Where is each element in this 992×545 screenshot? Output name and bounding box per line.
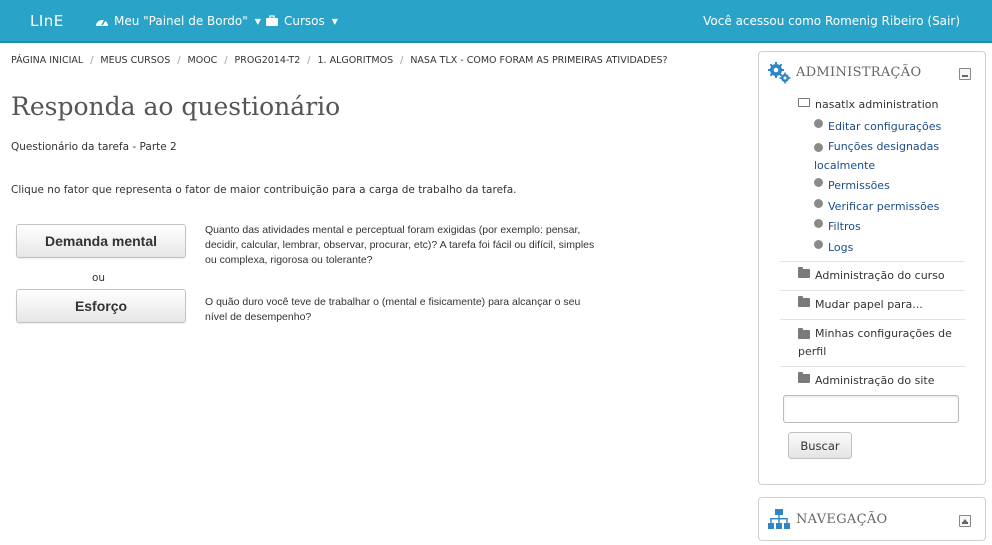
administration-block-header[interactable]: ADMINISTRAÇÃO	[759, 52, 985, 92]
courses-menu-label: Cursos	[284, 14, 325, 28]
breadcrumb-separator: /	[400, 55, 404, 66]
folder-icon	[798, 372, 810, 383]
briefcase-icon	[266, 15, 278, 26]
divider	[780, 261, 965, 262]
dashboard-icon	[96, 19, 108, 26]
tree-item-label[interactable]: Filtros	[828, 217, 861, 236]
courses-menu[interactable]: Cursos ▼	[265, 14, 338, 28]
folder-open-icon	[798, 98, 810, 107]
dashboard-menu[interactable]: Meu "Painel de Bordo" ▼	[95, 14, 261, 28]
breadcrumb-course[interactable]: PROG2014-T2	[235, 55, 301, 66]
tree-folder-label: Administração do site	[815, 374, 935, 387]
mental-demand-button[interactable]: Demanda mental	[16, 224, 186, 258]
top-navbar: LInE Meu "Painel de Bordo" ▼ Cursos ▼ Vo…	[0, 0, 992, 43]
bullet-icon	[814, 119, 823, 128]
administration-title: ADMINISTRAÇÃO	[796, 65, 922, 80]
tree-item-check-permissions[interactable]: Verificar permissões	[814, 197, 939, 216]
search-button[interactable]: Buscar	[788, 432, 852, 459]
breadcrumb-separator: /	[224, 55, 228, 66]
login-info: Você acessou como Romenig Ribeiro (Sair)	[703, 14, 960, 28]
expand-icon[interactable]	[959, 515, 971, 527]
effort-button[interactable]: Esforço	[16, 289, 186, 323]
breadcrumb: PÁGINA INICIAL / MEUS CURSOS / MOOC / PR…	[11, 55, 668, 66]
breadcrumb-separator: /	[90, 55, 94, 66]
navigation-block-header[interactable]: NAVEGAÇÃO	[759, 498, 985, 538]
bullet-icon	[814, 178, 823, 187]
bullet-icon	[814, 240, 823, 249]
tree-folder-label: nasatlx administration	[815, 98, 939, 111]
folder-icon	[798, 267, 810, 278]
tree-item-label[interactable]: Editar configurações	[828, 117, 941, 136]
tree-folder-label: Minhas configurações de perfil	[798, 325, 958, 361]
page-title: Responda ao questionário	[11, 92, 341, 121]
tree-folder-profile-settings[interactable]: Minhas configurações de perfil	[798, 325, 958, 361]
tree-item-label[interactable]: Funções designadas localmente	[814, 137, 964, 175]
breadcrumb-separator: /	[307, 55, 311, 66]
or-separator: ou	[92, 272, 106, 284]
login-close: )	[955, 14, 960, 28]
folder-icon	[798, 296, 810, 307]
tree-item-local-roles[interactable]: Funções designadas localmente	[814, 137, 964, 175]
tree-item-label[interactable]: Logs	[828, 238, 853, 257]
tree-item-logs[interactable]: Logs	[814, 238, 853, 257]
collapse-icon[interactable]	[959, 68, 971, 80]
bullet-icon	[814, 219, 823, 228]
sitemap-icon	[768, 509, 790, 529]
page-subtitle: Questionário da tarefa - Parte 2	[11, 141, 177, 153]
divider	[780, 319, 965, 320]
tree-folder-nasatlx[interactable]: nasatlx administration	[798, 96, 938, 114]
divider	[780, 366, 965, 367]
tree-item-filters[interactable]: Filtros	[814, 217, 861, 236]
admin-search-input[interactable]	[783, 395, 959, 423]
dashboard-menu-label: Meu "Painel de Bordo"	[114, 14, 248, 28]
tree-folder-label: Mudar papel para...	[815, 298, 923, 311]
instruction-text: Clique no fator que representa o fator d…	[11, 184, 517, 196]
login-text: Você acessou como Romenig Ribeiro (	[703, 14, 933, 28]
tree-item-label[interactable]: Permissões	[828, 176, 890, 195]
chevron-down-icon: ▼	[331, 16, 338, 26]
tree-folder-course-admin[interactable]: Administração do curso	[798, 267, 945, 285]
bullet-icon	[814, 199, 823, 208]
tree-folder-site-admin[interactable]: Administração do site	[798, 372, 935, 390]
breadcrumb-home[interactable]: PÁGINA INICIAL	[11, 55, 83, 66]
tree-item-permissions[interactable]: Permissões	[814, 176, 890, 195]
tree-item-edit-settings[interactable]: Editar configurações	[814, 117, 941, 136]
breadcrumb-section[interactable]: 1. ALGORITMOS	[317, 55, 393, 66]
chevron-down-icon: ▼	[254, 16, 261, 26]
effort-description: O quão duro você teve de trabalhar o (me…	[205, 296, 581, 323]
tree-folder-label: Administração do curso	[815, 269, 945, 282]
tree-folder-text: Minhas configurações de perfil	[798, 327, 952, 358]
folder-icon	[798, 328, 810, 339]
gears-icon	[768, 62, 791, 84]
breadcrumb-mooc[interactable]: MOOC	[188, 55, 218, 66]
tree-item-text: Funções designadas localmente	[814, 140, 940, 172]
breadcrumb-activity[interactable]: NASA TLX - COMO FORAM AS PRIMEIRAS ATIVI…	[410, 55, 667, 66]
mental-demand-description: Quanto das atividades mental e perceptua…	[205, 224, 595, 266]
logout-link[interactable]: Sair	[932, 14, 955, 28]
bullet-icon	[814, 143, 823, 152]
navigation-block: NAVEGAÇÃO	[758, 497, 986, 541]
navigation-title: NAVEGAÇÃO	[796, 512, 888, 527]
breadcrumb-separator: /	[177, 55, 181, 66]
tree-item-label[interactable]: Verificar permissões	[828, 197, 939, 216]
breadcrumb-my-courses[interactable]: MEUS CURSOS	[100, 55, 170, 66]
divider	[780, 290, 965, 291]
brand-logo[interactable]: LInE	[30, 12, 64, 30]
tree-folder-switch-role[interactable]: Mudar papel para...	[798, 296, 923, 314]
